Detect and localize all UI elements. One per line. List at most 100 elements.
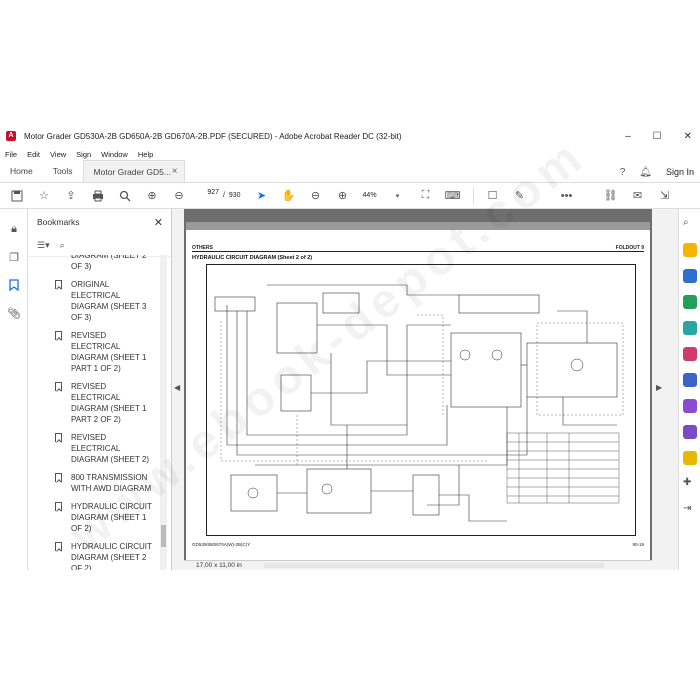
bookmark-item[interactable]: HYDRAULIC CIRCUIT DIAGRAM (SHEET 2 OF 2)	[28, 541, 160, 570]
menu-view[interactable]: View	[50, 150, 66, 159]
print-icon[interactable]	[91, 189, 105, 203]
acrobat-window: A Motor Grader GD530A-2B GD650A-2B GD670…	[0, 125, 700, 570]
select-cursor-icon[interactable]: ➤	[255, 189, 269, 203]
send-for-review-icon[interactable]	[683, 451, 697, 465]
bookmarks-panel: Bookmarks ✕ ☰▾ ⌕ DIAGRAM (SHEET 2 OF 3) …	[28, 209, 172, 570]
pdf-page: OTHERS FOLDOUT 9 HYDRAULIC CIRCUIT DIAGR…	[186, 222, 650, 560]
close-window-button[interactable]: ✕	[684, 131, 692, 142]
hand-tool-icon[interactable]: ✋	[282, 189, 296, 203]
bookmark-label: REVISED ELECTRICAL DIAGRAM (SHEET 1 PART…	[71, 331, 147, 373]
header-rule	[192, 251, 644, 252]
fill-sign-icon[interactable]	[683, 347, 697, 361]
bookmark-search-icon[interactable]: ⌕	[60, 240, 65, 251]
bell-icon[interactable]: 🔔︎	[639, 167, 652, 178]
bookmark-flag-icon	[55, 433, 62, 442]
minimize-button[interactable]: –	[625, 131, 631, 142]
window-title: Motor Grader GD530A-2B GD650A-2B GD670A-…	[24, 131, 402, 141]
expand-panel-icon[interactable]: ⇥	[683, 503, 697, 517]
protect-icon[interactable]	[683, 373, 697, 387]
bookmark-item[interactable]: REVISED ELECTRICAL DIAGRAM (SHEET 2)	[28, 432, 160, 465]
document-view: OTHERS FOLDOUT 9 HYDRAULIC CIRCUIT DIAGR…	[184, 209, 652, 560]
mail-icon[interactable]: ✉	[631, 189, 645, 203]
bookmark-flag-icon	[55, 280, 62, 289]
chevron-down-icon[interactable]: ▾	[391, 189, 405, 203]
previous-page-edge	[186, 222, 650, 230]
bookmark-item[interactable]: DIAGRAM (SHEET 2 OF 3)	[28, 255, 160, 272]
bookmark-item[interactable]: 800 TRANSMISSION WITH AWD DIAGRAM	[28, 472, 160, 494]
collapse-right-icon[interactable]: ▶	[656, 383, 662, 392]
menu-edit[interactable]: Edit	[27, 150, 40, 159]
collapse-left-icon[interactable]: ◀	[174, 383, 180, 392]
page-total: / 930	[223, 192, 241, 199]
tab-home[interactable]: Home	[0, 160, 43, 182]
upload-icon[interactable]: ⇪	[64, 189, 78, 203]
bookmarks-scrollbar[interactable]	[160, 255, 167, 570]
keyboard-icon[interactable]: ⌨	[445, 189, 461, 203]
lock-icon[interactable]: 🔒︎	[7, 223, 21, 237]
page-footer-left: GD530/650/670A(W)-2B(C)Y	[192, 542, 251, 547]
zoom-in-icon[interactable]: ⊕	[336, 189, 350, 203]
bookmark-flag-icon	[55, 331, 62, 340]
maximize-button[interactable]: ☐	[653, 131, 662, 142]
bookmark-flag-icon	[55, 542, 62, 551]
menu-file[interactable]: File	[5, 150, 17, 159]
paperclip-icon[interactable]: 📎︎	[7, 307, 21, 321]
menu-help[interactable]: Help	[138, 150, 153, 159]
zoom-search-icon[interactable]: ⌕	[683, 217, 697, 231]
previous-page-icon[interactable]: ⊕	[145, 189, 159, 203]
page-separator: /	[223, 192, 225, 199]
menu-window[interactable]: Window	[101, 150, 128, 159]
bookmark-label: REVISED ELECTRICAL DIAGRAM (SHEET 2)	[71, 433, 150, 464]
bookmark-label: REVISED ELECTRICAL DIAGRAM (SHEET 1 PART…	[71, 382, 147, 424]
horizontal-scrollbar[interactable]	[264, 563, 604, 568]
organize-pages-icon[interactable]	[683, 321, 697, 335]
left-navigation-rail: 🔒︎ ❐ 📎︎	[0, 209, 28, 570]
page-fit-icon[interactable]: ⛶	[419, 189, 433, 203]
scrollbar-thumb[interactable]	[161, 525, 166, 547]
tab-tools[interactable]: Tools	[43, 160, 83, 182]
zoom-out-icon[interactable]: ⊖	[309, 189, 323, 203]
pages-icon[interactable]: ❐	[7, 251, 21, 265]
title-bar: A Motor Grader GD530A-2B GD650A-2B GD670…	[0, 125, 700, 147]
star-icon[interactable]: ☆	[37, 189, 51, 203]
more-options-icon[interactable]: •••	[560, 189, 574, 203]
bookmark-item[interactable]: ORIGINAL ELECTRICAL DIAGRAM (SHEET 3 OF …	[28, 279, 160, 323]
tab-close-icon[interactable]: ×	[172, 166, 178, 177]
edit-pdf-icon[interactable]	[683, 399, 697, 413]
pen-icon[interactable]: ✎	[513, 189, 527, 203]
close-panel-icon[interactable]: ✕	[154, 216, 163, 229]
attach-icon[interactable]: ⇲	[658, 189, 672, 203]
signature-icon[interactable]	[683, 425, 697, 439]
comment-tool-icon[interactable]	[683, 243, 697, 257]
help-icon[interactable]: ?	[620, 167, 626, 178]
search-icon[interactable]	[118, 189, 132, 203]
menu-bar: File Edit View Sign Window Help	[0, 147, 700, 161]
page-footer-right: 90-19	[632, 542, 644, 547]
circuit-drawing	[214, 284, 624, 522]
create-pdf-icon[interactable]	[683, 295, 697, 309]
bookmark-flag-icon	[55, 473, 62, 482]
bookmark-options-icon[interactable]: ☰▾	[37, 240, 50, 251]
toolbar-divider	[472, 187, 474, 204]
next-page-icon[interactable]: ⊖	[172, 189, 186, 203]
bookmark-icon[interactable]	[7, 279, 21, 293]
menu-sign[interactable]: Sign	[76, 150, 91, 159]
bookmark-list: DIAGRAM (SHEET 2 OF 3) ORIGINAL ELECTRIC…	[28, 255, 160, 570]
tab-document[interactable]: Motor Grader GD5... ×	[82, 160, 185, 182]
bookmark-item[interactable]: HYDRAULIC CIRCUIT DIAGRAM (SHEET 1 OF 2)	[28, 501, 160, 534]
save-icon[interactable]	[10, 189, 24, 203]
export-pdf-icon[interactable]	[683, 269, 697, 283]
page-total-value: 930	[228, 192, 241, 199]
bookmark-label: HYDRAULIC CIRCUIT DIAGRAM (SHEET 2 OF 2)	[71, 542, 152, 570]
tab-bar: Home Tools Motor Grader GD5... × ? 🔔︎ Si…	[0, 160, 700, 183]
bookmark-label: HYDRAULIC CIRCUIT DIAGRAM (SHEET 1 OF 2)	[71, 502, 152, 533]
bookmark-item[interactable]: REVISED ELECTRICAL DIAGRAM (SHEET 1 PART…	[28, 330, 160, 374]
zoom-level-select[interactable]: 44%	[363, 192, 387, 199]
bookmark-item[interactable]: REVISED ELECTRICAL DIAGRAM (SHEET 1 PART…	[28, 381, 160, 425]
share-link-icon[interactable]: ⛓	[604, 189, 618, 203]
bookmark-flag-icon	[55, 502, 62, 511]
more-tools-icon[interactable]: ✚	[683, 477, 697, 491]
page-number-input[interactable]: 927	[199, 189, 221, 203]
comment-icon[interactable]: ☐	[486, 189, 500, 203]
sign-in-button[interactable]: Sign In	[666, 167, 694, 177]
